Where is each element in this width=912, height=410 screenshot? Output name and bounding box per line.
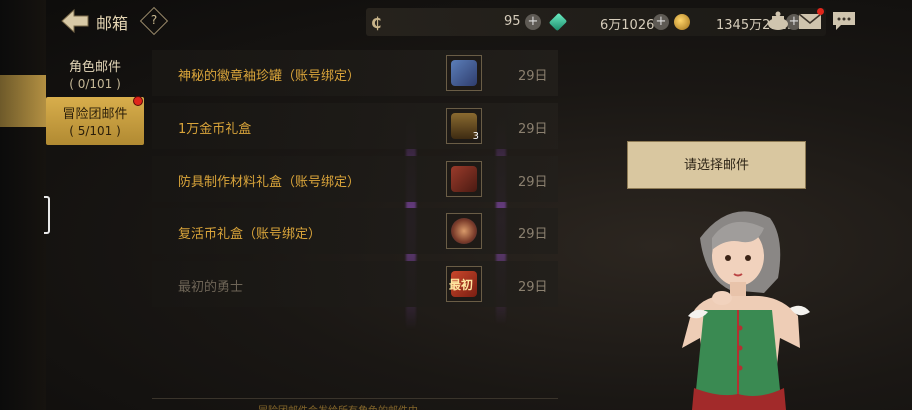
- pot-icon: [768, 11, 788, 30]
- gold-chest-icon: 3: [446, 108, 482, 144]
- mail-date: 29日: [518, 227, 548, 242]
- top-header: 邮箱 ? ₵ 95 + 6万1026 + 1345万2123 +: [46, 0, 912, 42]
- currency-b-add-button[interactable]: +: [653, 14, 669, 30]
- mail-date: 29日: [518, 175, 548, 190]
- mail-subject: 防具制作材料礼盒（账号绑定）: [178, 175, 361, 190]
- select-mail-prompt: 请选择邮件: [627, 141, 806, 189]
- page-title: 邮箱: [96, 14, 129, 33]
- help-icon: ?: [150, 13, 158, 27]
- mail-row[interactable]: 防具制作材料礼盒（账号绑定） 29日: [152, 156, 558, 202]
- tab-count: ( 5/101 ): [69, 124, 121, 138]
- mail-date: 29日: [518, 122, 548, 137]
- mail-subject: 1万金币礼盒: [178, 122, 252, 137]
- gem-icon: [548, 12, 568, 32]
- storage-button[interactable]: [766, 10, 790, 32]
- currency-bar: ₵ 95 + 6万1026 + 1345万2123 +: [366, 8, 826, 36]
- left-edge-strip: [0, 0, 46, 410]
- tab-label: 角色邮件: [68, 60, 121, 75]
- mail-row[interactable]: 复活币礼盒（账号绑定） 29日: [152, 208, 558, 254]
- mail-date: 29日: [518, 69, 548, 84]
- currency-a-value: 95: [504, 14, 521, 29]
- tab-character-mail[interactable]: 角色邮件 ( 0/101 ): [46, 50, 144, 98]
- material-box-icon: [446, 161, 482, 197]
- gold-coin-icon: [674, 14, 690, 30]
- currency-a-add-button[interactable]: +: [525, 14, 541, 30]
- mail-notification-dot: [817, 8, 824, 15]
- mail-subject: 最初的勇士: [178, 280, 244, 295]
- footer-note: 冒险团邮件会发给所有角色的邮件中: [258, 402, 418, 410]
- mail-button[interactable]: [798, 8, 824, 32]
- chat-button[interactable]: [832, 10, 856, 32]
- mail-subject: 神秘的徽章袖珍罐（账号绑定）: [178, 69, 361, 84]
- tab-adventure-team-mail[interactable]: 冒险团邮件 ( 5/101 ): [46, 96, 144, 145]
- tab-notification-dot: [133, 96, 143, 106]
- tab-label: 冒险团邮件: [62, 107, 128, 122]
- item-badge-text: 最初: [449, 278, 474, 292]
- npc-character-illustration: [660, 198, 860, 410]
- revive-coin-icon: [446, 213, 482, 249]
- title-badge-icon: 最初: [446, 266, 482, 302]
- currency-b-value: 6万1026: [600, 18, 655, 33]
- mail-row[interactable]: 1万金币礼盒 3 29日: [152, 103, 558, 149]
- item-quantity: 3: [472, 131, 479, 142]
- tab-count: ( 0/101 ): [69, 77, 121, 91]
- mail-date: 29日: [518, 280, 548, 295]
- side-tab-handle[interactable]: [0, 75, 46, 127]
- help-button[interactable]: ?: [139, 6, 169, 36]
- badge-jar-icon: [446, 55, 482, 91]
- mail-subject: 复活币礼盒（账号绑定）: [178, 227, 322, 242]
- back-arrow-icon: [61, 8, 89, 34]
- mail-row[interactable]: 神秘的徽章袖珍罐（账号绑定） 29日: [152, 50, 558, 96]
- currency-c-icon: ₵: [371, 14, 382, 32]
- back-button[interactable]: [60, 8, 90, 34]
- mail-row[interactable]: 最初的勇士 最初 29日: [152, 261, 558, 307]
- list-divider: [152, 398, 558, 399]
- chat-icon: [833, 12, 855, 30]
- mail-category-nav: 角色邮件 ( 0/101 ) 冒险团邮件 ( 5/101 ): [46, 42, 146, 410]
